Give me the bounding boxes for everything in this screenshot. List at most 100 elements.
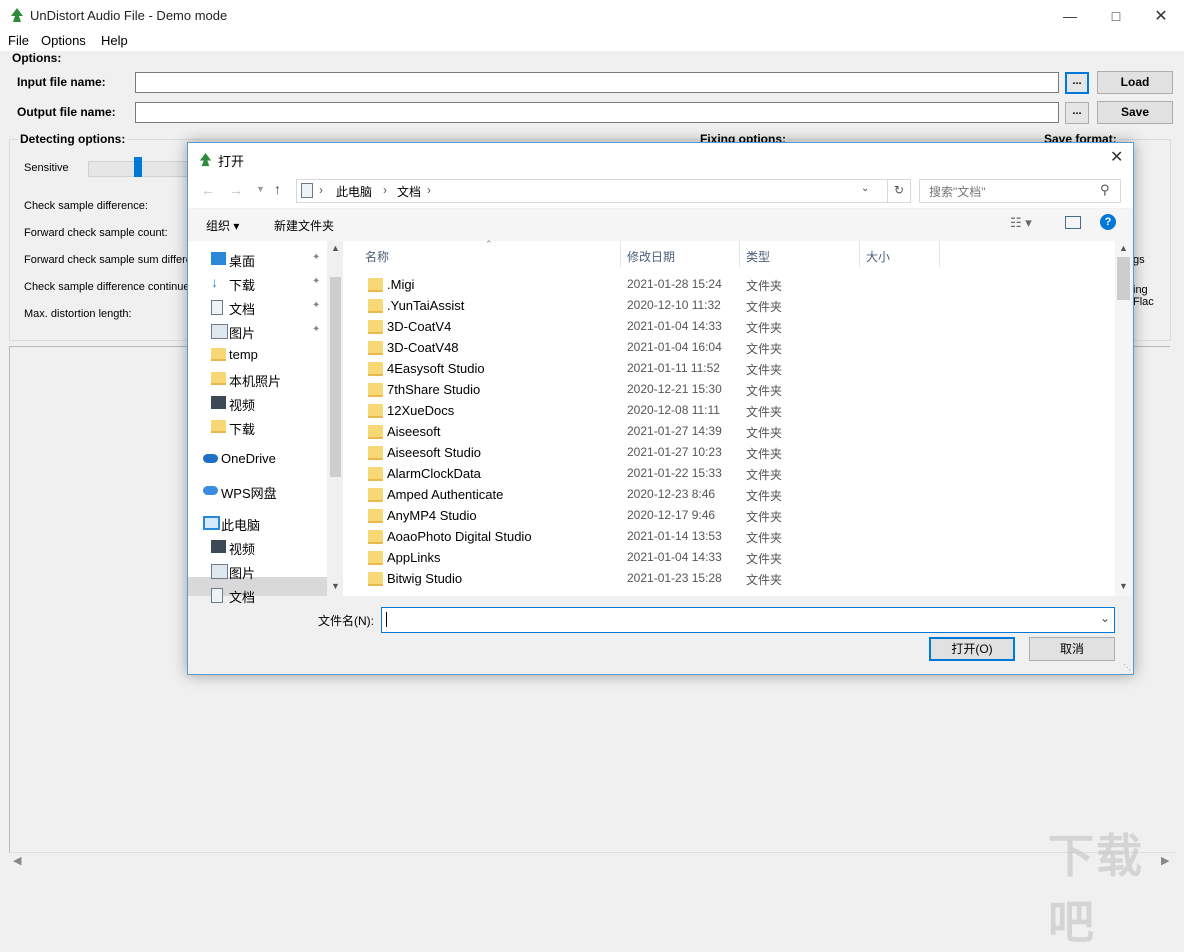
file-row[interactable]: 3D-CoatV48 2021-01-04 16:04 文件夹 [358, 337, 1113, 358]
nav-scrollbar[interactable]: ▲ ▼ [327, 241, 344, 596]
file-scroll-thumb[interactable] [1117, 257, 1130, 300]
options-title: Options: [12, 51, 62, 65]
forward-arrow-icon[interactable]: → [229, 182, 243, 198]
file-scrollbar[interactable]: ▲ ▼ [1115, 241, 1132, 596]
input-file-field[interactable] [135, 72, 1059, 93]
document-icon [211, 300, 223, 315]
new-folder-button[interactable]: 新建文件夹 [274, 217, 334, 234]
output-file-field[interactable] [135, 102, 1059, 123]
column-date[interactable]: 修改日期 [627, 248, 675, 265]
file-date: 2020-12-23 8:46 [627, 487, 716, 501]
nav-item[interactable]: 下载 [188, 417, 327, 437]
help-icon[interactable]: ? [1100, 214, 1116, 230]
menu-file[interactable]: File [8, 33, 29, 48]
open-button[interactable]: 打开(O) [929, 637, 1015, 661]
file-row[interactable]: AoaoPhoto Digital Studio 2021-01-14 13:53… [358, 526, 1113, 547]
column-divider[interactable] [620, 241, 621, 267]
column-divider[interactable] [939, 241, 940, 267]
nav-item[interactable]: 视频 [188, 537, 327, 557]
search-icon[interactable]: ⚲ [1100, 182, 1110, 198]
folder-icon [368, 383, 383, 397]
scroll-left-icon[interactable]: ◀ [13, 854, 21, 867]
pin-icon: ✦ [312, 252, 321, 263]
scroll-down-icon[interactable]: ▼ [331, 581, 340, 591]
file-row[interactable]: Bitwig Studio 2021-01-23 15:28 文件夹 [358, 568, 1113, 589]
column-divider[interactable] [859, 241, 860, 267]
file-row[interactable]: Amped Authenticate 2020-12-23 8:46 文件夹 [358, 484, 1113, 505]
cancel-button[interactable]: 取消 [1029, 637, 1115, 661]
maximize-button[interactable]: □ [1093, 0, 1139, 31]
sensitive-slider-thumb[interactable] [134, 157, 142, 177]
folder-icon [368, 341, 383, 355]
column-divider[interactable] [739, 241, 740, 267]
nav-item-label: 视频 [229, 542, 256, 557]
pin-icon: ✦ [312, 300, 321, 311]
folder-icon [211, 372, 226, 385]
scroll-up-icon[interactable]: ▲ [1119, 243, 1128, 253]
nav-item[interactable]: 此电脑 [188, 513, 327, 533]
address-bar[interactable]: › 此电脑 › 文档 › ⌄ [296, 179, 888, 203]
file-name: 4Easysoft Studio [387, 361, 485, 376]
file-row[interactable]: 12XueDocs 2020-12-08 11:11 文件夹 [358, 400, 1113, 421]
param-label: Check sample difference continue [24, 281, 190, 293]
breadcrumb-item[interactable]: 此电脑 [336, 183, 372, 200]
close-button[interactable]: ✕ [1138, 0, 1184, 31]
nav-item[interactable]: ↓ 下载 ✦ [188, 273, 327, 293]
file-row[interactable]: 3D-CoatV4 2021-01-04 14:33 文件夹 [358, 316, 1113, 337]
nav-item[interactable]: 文档 ✦ [188, 297, 327, 317]
file-row[interactable]: 7thShare Studio 2020-12-21 15:30 文件夹 [358, 379, 1113, 400]
dialog-close-button[interactable]: ✕ [1110, 147, 1123, 167]
menu-help[interactable]: Help [101, 33, 128, 48]
file-row[interactable]: .YunTaiAssist 2020-12-10 11:32 文件夹 [358, 295, 1113, 316]
column-type[interactable]: 类型 [746, 248, 770, 265]
browse-input-button[interactable]: ... [1065, 72, 1089, 94]
nav-item-label: 桌面 [229, 254, 256, 269]
nav-item[interactable]: temp [188, 345, 327, 364]
scroll-up-icon[interactable]: ▲ [331, 243, 340, 253]
fragment-label: ing [1133, 284, 1148, 296]
browse-output-button[interactable]: ... [1065, 102, 1089, 124]
breadcrumb-item[interactable]: 文档 [397, 183, 421, 200]
organize-button[interactable]: 组织 ▾ [206, 217, 239, 234]
resize-grip-icon[interactable]: ⋱ [1123, 663, 1131, 672]
folder-icon [368, 530, 383, 544]
nav-item[interactable]: OneDrive [188, 449, 327, 468]
search-box[interactable]: 搜索"文档" ⚲ [919, 179, 1121, 203]
column-name[interactable]: 名称 [365, 248, 389, 265]
back-arrow-icon[interactable]: ← [201, 182, 215, 198]
scroll-down-icon[interactable]: ▼ [1119, 581, 1128, 591]
minimize-button[interactable]: — [1047, 0, 1093, 31]
breadcrumb-separator: › [427, 183, 431, 197]
nav-item[interactable]: 视频 [188, 393, 327, 413]
filename-dropdown-icon[interactable]: ⌄ [1100, 611, 1110, 625]
nav-item[interactable]: 本机照片 [188, 369, 327, 389]
nav-item[interactable]: 文档 [188, 585, 327, 605]
refresh-icon[interactable]: ↻ [887, 179, 911, 203]
file-row[interactable]: .Migi 2021-01-28 15:24 文件夹 [358, 274, 1113, 295]
nav-item[interactable]: 图片 ✦ [188, 321, 327, 341]
preview-pane-icon[interactable] [1065, 216, 1081, 229]
recent-chevron-icon[interactable]: ▼ [256, 184, 265, 194]
save-button[interactable]: Save [1097, 101, 1173, 124]
view-options-icon[interactable]: ☷ ▾ [1010, 215, 1032, 231]
nav-item[interactable]: 图片 [188, 561, 327, 581]
menu-options[interactable]: Options [41, 33, 86, 48]
folder-icon [368, 425, 383, 439]
nav-item[interactable]: 桌面 ✦ [188, 249, 327, 269]
file-row[interactable]: 4Easysoft Studio 2021-01-11 11:52 文件夹 [358, 358, 1113, 379]
file-row[interactable]: AppLinks 2021-01-04 14:33 文件夹 [358, 547, 1113, 568]
file-row[interactable]: Aiseesoft 2021-01-27 14:39 文件夹 [358, 421, 1113, 442]
up-arrow-icon[interactable]: ↑ [274, 181, 281, 197]
file-type: 文件夹 [746, 405, 783, 419]
file-row[interactable]: Aiseesoft Studio 2021-01-27 10:23 文件夹 [358, 442, 1113, 463]
file-row[interactable]: AnyMP4 Studio 2020-12-17 9:46 文件夹 [358, 505, 1113, 526]
horizontal-scrollbar[interactable]: ◀ ▶ [9, 852, 1175, 870]
nav-item[interactable]: WPS网盘 [188, 481, 327, 501]
nav-scroll-thumb[interactable] [330, 277, 341, 477]
file-row[interactable]: AlarmClockData 2021-01-22 15:33 文件夹 [358, 463, 1113, 484]
nav-item-label: 下载 [229, 422, 256, 437]
column-size[interactable]: 大小 [866, 248, 890, 265]
load-button[interactable]: Load [1097, 71, 1173, 94]
filename-input[interactable]: ⌄ [381, 607, 1115, 633]
address-dropdown-icon[interactable]: ⌄ [861, 183, 869, 194]
